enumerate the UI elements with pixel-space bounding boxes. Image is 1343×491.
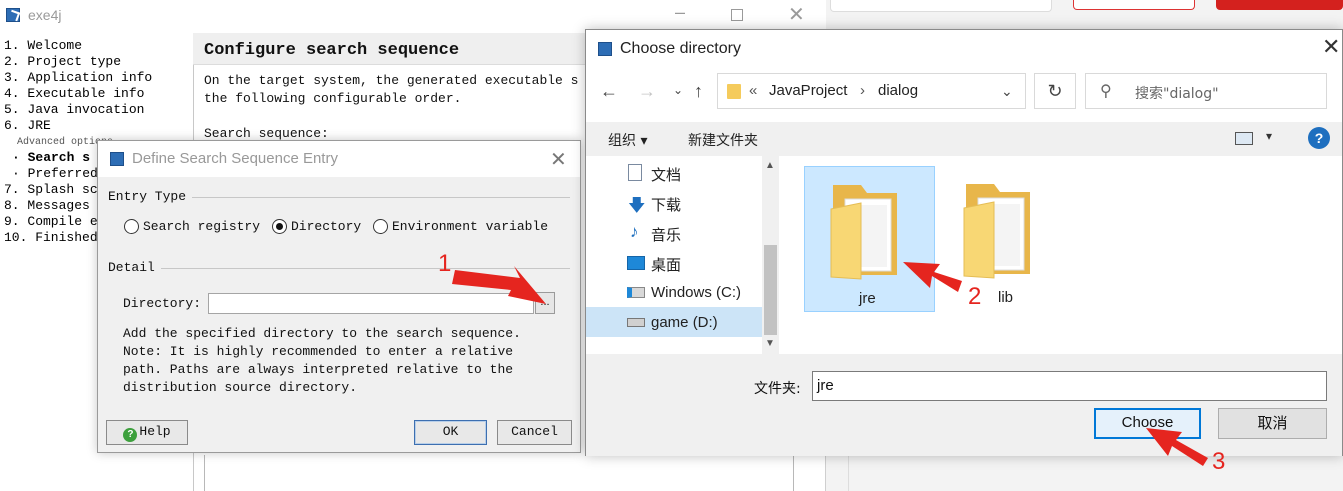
annotation-arrow-2 — [903, 262, 962, 292]
annotation-label-1: 1 — [438, 250, 452, 277]
annotation-arrow-1 — [452, 266, 546, 304]
annotation-overlay — [452, 262, 1208, 466]
annotation-label-2: 2 — [968, 283, 982, 310]
annotation-arrow-3 — [1146, 428, 1208, 466]
annotation-label-3: 3 — [1212, 448, 1226, 475]
